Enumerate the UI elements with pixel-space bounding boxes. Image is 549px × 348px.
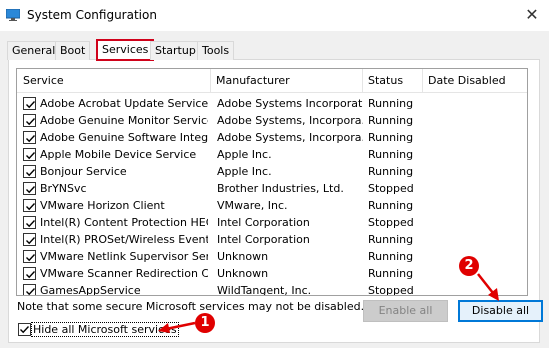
annotation-arrows [158, 273, 499, 333]
callout-1: 1 [195, 313, 215, 333]
callout-2: 2 [459, 256, 479, 276]
